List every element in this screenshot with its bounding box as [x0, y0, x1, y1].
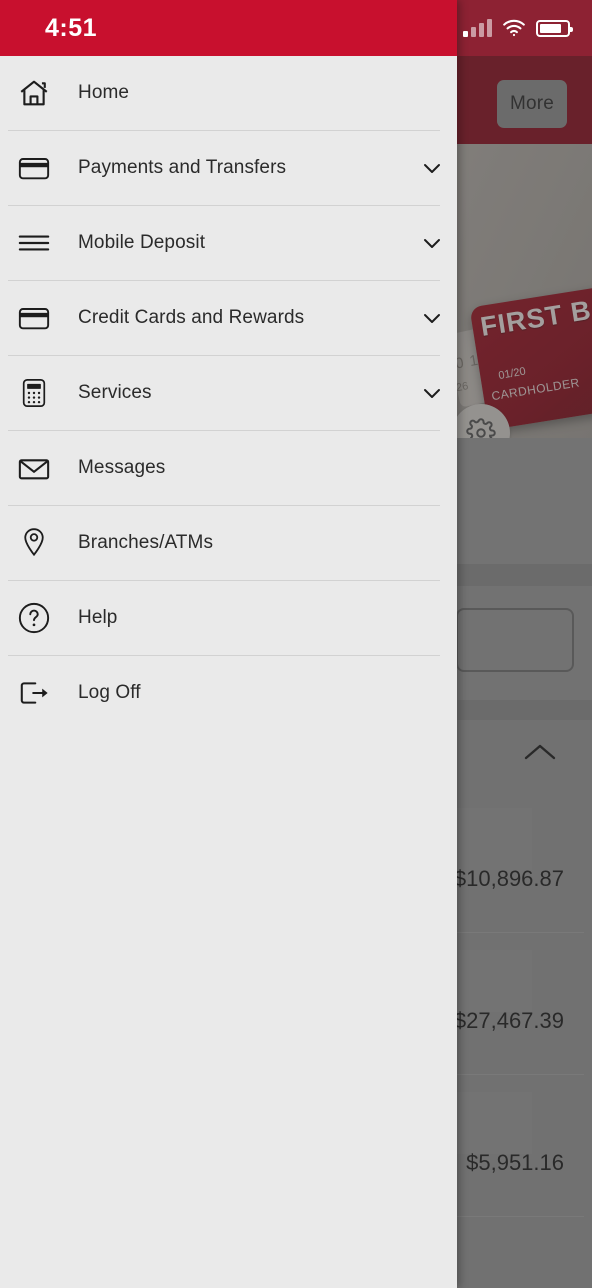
- chevron-down-icon[interactable]: [416, 377, 448, 409]
- menu-item-label: Services: [78, 382, 152, 403]
- menu-item-label: Messages: [78, 457, 166, 478]
- menu-item-services[interactable]: Services: [0, 356, 457, 430]
- menu-item-label: Payments and Transfers: [78, 157, 287, 178]
- chevron-down-icon[interactable]: [416, 152, 448, 184]
- chevron-down-icon[interactable]: [416, 227, 448, 259]
- menu-item-log-off[interactable]: Log Off: [0, 656, 457, 730]
- phone-screen: More 0 123 1/26 FIRST BANK 01/20 CARDHOL…: [0, 0, 592, 1288]
- menu-item-messages[interactable]: Messages: [0, 431, 457, 505]
- credit-card-icon: [12, 146, 56, 190]
- menu-item-label: Log Off: [78, 682, 141, 703]
- status-bar-icons: [463, 0, 573, 56]
- map-pin-icon: [12, 521, 56, 565]
- envelope-icon: [12, 446, 56, 490]
- credit-card-icon: [12, 296, 56, 340]
- menu-item-home[interactable]: Home: [0, 56, 457, 130]
- navigation-drawer: 4:51 Home Payments and Transfers Mobile …: [0, 0, 457, 1288]
- menu-item-branches-atms[interactable]: Branches/ATMs: [0, 506, 457, 580]
- lines-icon: [12, 221, 56, 265]
- menu-item-payments-and-transfers[interactable]: Payments and Transfers: [0, 131, 457, 205]
- menu-item-label: Help: [78, 607, 118, 628]
- menu-item-label: Mobile Deposit: [78, 232, 206, 253]
- chevron-down-icon[interactable]: [416, 302, 448, 334]
- home-icon: [12, 71, 56, 115]
- status-bar: 4:51: [0, 0, 457, 56]
- drawer-menu: Home Payments and Transfers Mobile Depos…: [0, 56, 457, 730]
- menu-item-mobile-deposit[interactable]: Mobile Deposit: [0, 206, 457, 280]
- menu-item-credit-cards-and-rewards[interactable]: Credit Cards and Rewards: [0, 281, 457, 355]
- menu-item-label: Home: [78, 82, 130, 103]
- question-mark-icon: [12, 596, 56, 640]
- cellular-signal-icon: [463, 19, 492, 37]
- menu-item-help[interactable]: Help: [0, 581, 457, 655]
- battery-icon: [536, 19, 573, 37]
- wifi-icon: [503, 19, 525, 37]
- logout-icon: [12, 671, 56, 715]
- menu-item-label: Credit Cards and Rewards: [78, 307, 305, 328]
- clock-label: 4:51: [45, 13, 98, 42]
- calculator-icon: [12, 371, 56, 415]
- menu-item-label: Branches/ATMs: [78, 532, 214, 553]
